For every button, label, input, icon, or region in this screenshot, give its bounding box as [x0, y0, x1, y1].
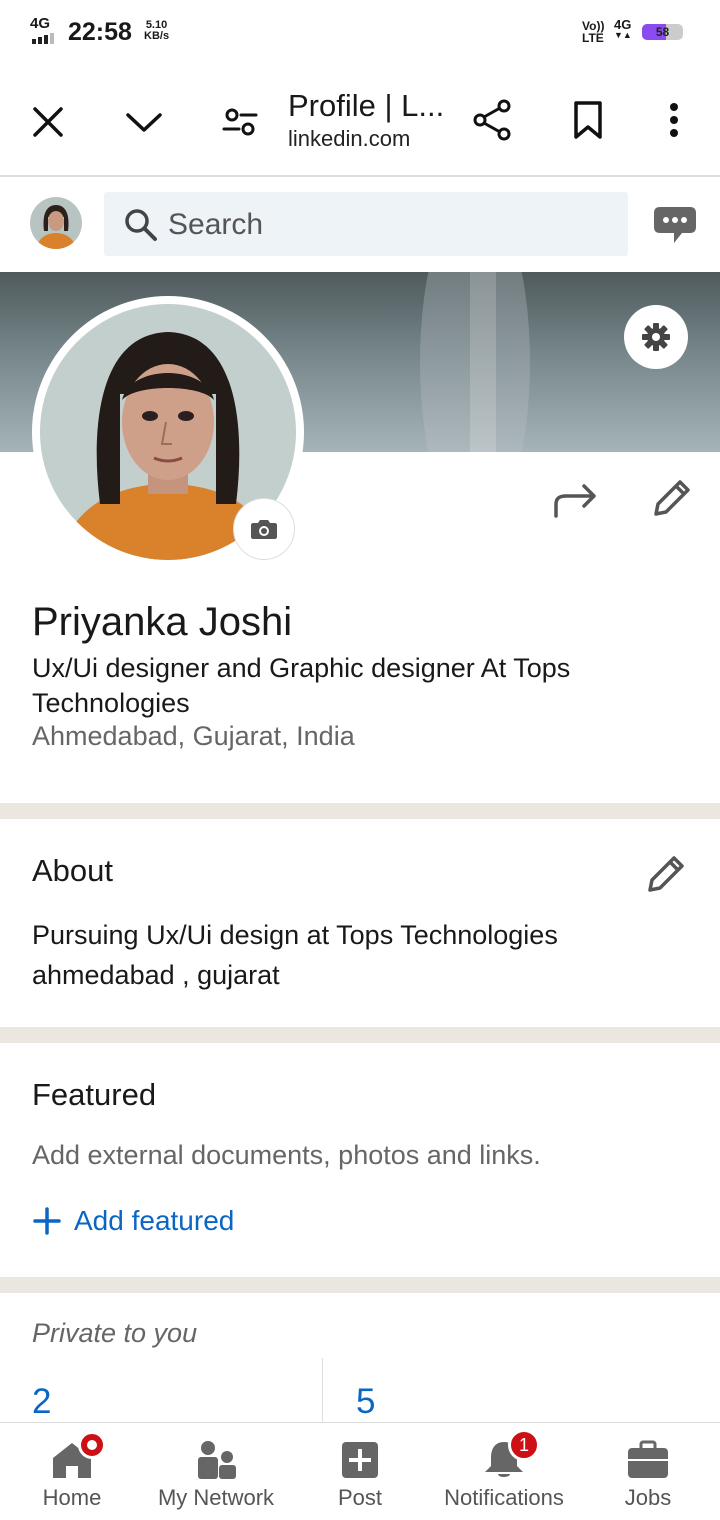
featured-subtitle: Add external documents, photos and links… [32, 1140, 541, 1170]
people-icon [194, 1439, 238, 1481]
add-featured-button[interactable]: Add featured [32, 1205, 234, 1237]
share-profile-icon[interactable] [552, 480, 600, 525]
page-url: linkedin.com [288, 126, 411, 151]
net-speed: 5.10 KB/s [144, 20, 169, 42]
nav-post[interactable]: Post [320, 1423, 400, 1520]
page-title-block[interactable]: Profile | L... linkedin.com [288, 88, 448, 152]
nav-jobs-label: Jobs [624, 1485, 672, 1510]
clock: 22:58 [68, 18, 132, 46]
add-featured-label: Add featured [74, 1205, 235, 1236]
volte-indicator: Vo)) LTE [582, 20, 604, 44]
net-speed-unit: KB/s [144, 30, 170, 42]
battery-icon: 58 [642, 24, 683, 40]
home-badge [78, 1431, 106, 1459]
nav-notifications-label: Notifications [444, 1485, 564, 1510]
close-icon[interactable] [26, 100, 70, 144]
volte-line2: LTE [582, 31, 604, 45]
battery-level: 58 [655, 25, 670, 39]
edit-intro-icon[interactable] [650, 478, 692, 525]
status-bar: 4G 22:58 5.10 KB/s Vo)) LTE 4G ▼▲ 58 [0, 0, 720, 64]
search-icon [124, 208, 158, 247]
section-divider [0, 803, 720, 819]
private-title: Private to you [32, 1318, 198, 1348]
browser-toolbar: Profile | L... linkedin.com [0, 64, 720, 177]
private-stat-2[interactable]: 5 [356, 1382, 375, 1422]
bottom-nav: Home My Network Post 1 Notifications Job… [0, 1422, 720, 1520]
search-input[interactable]: Search [104, 192, 628, 256]
bookmark-icon[interactable] [566, 96, 610, 144]
about-title: About [32, 853, 114, 888]
home-icon [50, 1431, 106, 1481]
search-placeholder: Search [168, 208, 264, 241]
avatar[interactable] [30, 197, 82, 249]
linkedin-header: Search [0, 179, 720, 272]
edit-about-icon[interactable] [644, 854, 686, 901]
chevron-down-icon[interactable] [122, 100, 166, 144]
nav-post-label: Post [337, 1485, 383, 1510]
network-type-right: 4G ▼▲ [614, 18, 632, 40]
tune-icon[interactable] [218, 100, 262, 144]
private-stat-1[interactable]: 2 [32, 1382, 51, 1422]
about-text: Pursuing Ux/Ui design at Tops Technologi… [32, 920, 558, 990]
banner-band [470, 272, 496, 452]
network-type: 4G [30, 15, 51, 32]
stat-separator [322, 1358, 323, 1422]
share-icon[interactable] [468, 96, 516, 144]
section-divider [0, 1277, 720, 1293]
nav-jobs[interactable]: Jobs [608, 1423, 688, 1520]
profile-location: Ahmedabad, Gujarat, India [32, 721, 355, 751]
data-arrows-icon: ▼▲ [614, 30, 632, 40]
nav-home-label: Home [42, 1485, 102, 1510]
nav-my-network[interactable]: My Network [150, 1423, 282, 1520]
plus-icon [33, 1207, 61, 1235]
nav-notifications[interactable]: 1 Notifications [434, 1423, 574, 1520]
more-vertical-icon[interactable] [656, 96, 692, 144]
bell-icon: 1 [482, 1429, 540, 1481]
page-title: Profile | L... [288, 88, 445, 123]
profile-headline: Ux/Ui designer and Graphic designer At T… [32, 653, 571, 718]
featured-title: Featured [32, 1077, 157, 1112]
signal-icon [32, 33, 54, 44]
profile-name: Priyanka Joshi [32, 600, 293, 644]
post-icon [340, 1439, 380, 1481]
messaging-icon[interactable] [652, 205, 698, 250]
camera-icon[interactable] [233, 498, 295, 560]
section-divider [0, 1027, 720, 1043]
nav-home[interactable]: Home [22, 1423, 122, 1520]
briefcase-icon [626, 1439, 670, 1481]
nav-network-label: My Network [157, 1485, 275, 1510]
gear-icon[interactable] [624, 305, 688, 369]
notifications-badge: 1 [508, 1429, 540, 1461]
